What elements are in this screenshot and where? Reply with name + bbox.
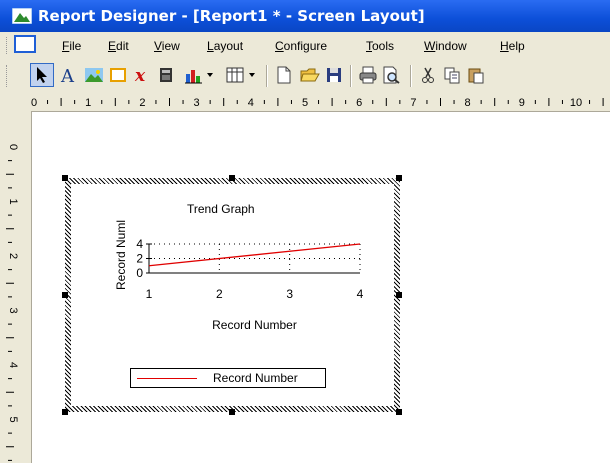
ruler-label: 8 bbox=[465, 97, 471, 109]
y-tick-label: 4 bbox=[136, 237, 143, 251]
menu-view[interactable]: View bbox=[154, 39, 180, 53]
toolbar-separator bbox=[266, 65, 268, 87]
horizontal-ruler: 0 1 2 3 4 5 6 7 8 9 10 bbox=[31, 92, 610, 112]
menu-file[interactable]: File bbox=[62, 39, 81, 53]
horizontal-ruler-ticks: 0 1 2 3 4 5 6 7 8 9 10 bbox=[31, 97, 604, 109]
ruler-label: 10 bbox=[570, 97, 582, 109]
ruler-label: 6 bbox=[356, 97, 362, 109]
svg-text:x: x bbox=[134, 66, 146, 84]
ruler-label: 4 bbox=[248, 97, 254, 109]
ruler-label: 2 bbox=[7, 253, 19, 259]
x-tick-label: 1 bbox=[146, 287, 153, 301]
menu-tools[interactable]: Tools bbox=[366, 39, 394, 53]
ruler-label: 1 bbox=[7, 198, 19, 204]
formula-tool-icon[interactable]: x bbox=[130, 63, 154, 87]
menu-bar: File Edit View Layout Configure Tools Wi… bbox=[0, 32, 610, 60]
ruler-label: 9 bbox=[519, 97, 525, 109]
menu-window[interactable]: Window bbox=[424, 39, 467, 53]
image-tool-icon[interactable] bbox=[82, 63, 106, 87]
ruler-corner bbox=[0, 92, 31, 111]
chart-tool-icon[interactable] bbox=[180, 63, 218, 87]
ruler-label: 3 bbox=[7, 307, 19, 313]
y-axis-label: Record Numl bbox=[114, 220, 128, 290]
table-tool-icon[interactable] bbox=[222, 63, 260, 87]
svg-text:A: A bbox=[60, 66, 75, 84]
window-title: Report Designer - [Report1 * - Screen La… bbox=[38, 7, 425, 25]
ruler-label: 2 bbox=[139, 97, 145, 109]
rectangle-tool-icon[interactable] bbox=[106, 63, 130, 87]
toolbar-grip[interactable] bbox=[6, 65, 10, 87]
x-tick-label: 3 bbox=[286, 287, 293, 301]
y-tick-label: 0 bbox=[136, 266, 143, 280]
menu-edit[interactable]: Edit bbox=[108, 39, 129, 53]
x-tick-label: 4 bbox=[357, 287, 364, 301]
menu-configure[interactable]: Configure bbox=[275, 39, 327, 53]
ruler-label: 0 bbox=[31, 97, 37, 109]
cut-icon[interactable] bbox=[416, 63, 440, 87]
series-line bbox=[148, 243, 361, 267]
menubar-grip[interactable] bbox=[6, 37, 10, 54]
toolbar-separator bbox=[350, 65, 352, 87]
ruler-label: 5 bbox=[7, 416, 19, 422]
document-icon[interactable] bbox=[14, 35, 36, 53]
print-icon[interactable] bbox=[356, 63, 380, 87]
copy-icon[interactable] bbox=[440, 63, 464, 87]
ruler-label: 5 bbox=[302, 97, 308, 109]
print-preview-icon[interactable] bbox=[380, 63, 404, 87]
legend-label: Record Number bbox=[213, 371, 298, 385]
menu-layout[interactable]: Layout bbox=[207, 39, 243, 53]
toolbar: A x bbox=[0, 59, 610, 92]
menu-help[interactable]: Help bbox=[500, 39, 525, 53]
toolbar-separator bbox=[410, 65, 412, 87]
title-bar: Report Designer - [Report1 * - Screen La… bbox=[0, 0, 610, 32]
ruler-label: 3 bbox=[194, 97, 200, 109]
field-tool-icon[interactable] bbox=[154, 63, 178, 87]
ruler-label: 1 bbox=[85, 97, 91, 109]
text-tool-icon[interactable]: A bbox=[56, 63, 80, 87]
paste-icon[interactable] bbox=[464, 63, 488, 87]
x-tick-label: 2 bbox=[216, 287, 223, 301]
legend-line-swatch bbox=[137, 378, 197, 379]
y-tick-label: 2 bbox=[136, 252, 143, 266]
app-icon bbox=[12, 8, 32, 24]
x-axis-label: Record Number bbox=[212, 318, 297, 332]
vertical-ruler: 0 1 2 3 4 5 bbox=[0, 111, 32, 463]
open-folder-icon[interactable] bbox=[298, 63, 322, 87]
ruler-label: 0 bbox=[7, 144, 19, 150]
ruler-label: 7 bbox=[410, 97, 416, 109]
vertical-ruler-ticks: 0 1 2 3 4 5 bbox=[6, 144, 19, 461]
new-file-icon[interactable] bbox=[272, 63, 296, 87]
chart-legend: Record Number bbox=[130, 368, 326, 388]
save-icon[interactable] bbox=[322, 63, 346, 87]
ruler-label: 4 bbox=[7, 362, 19, 368]
pointer-icon[interactable] bbox=[30, 63, 54, 87]
